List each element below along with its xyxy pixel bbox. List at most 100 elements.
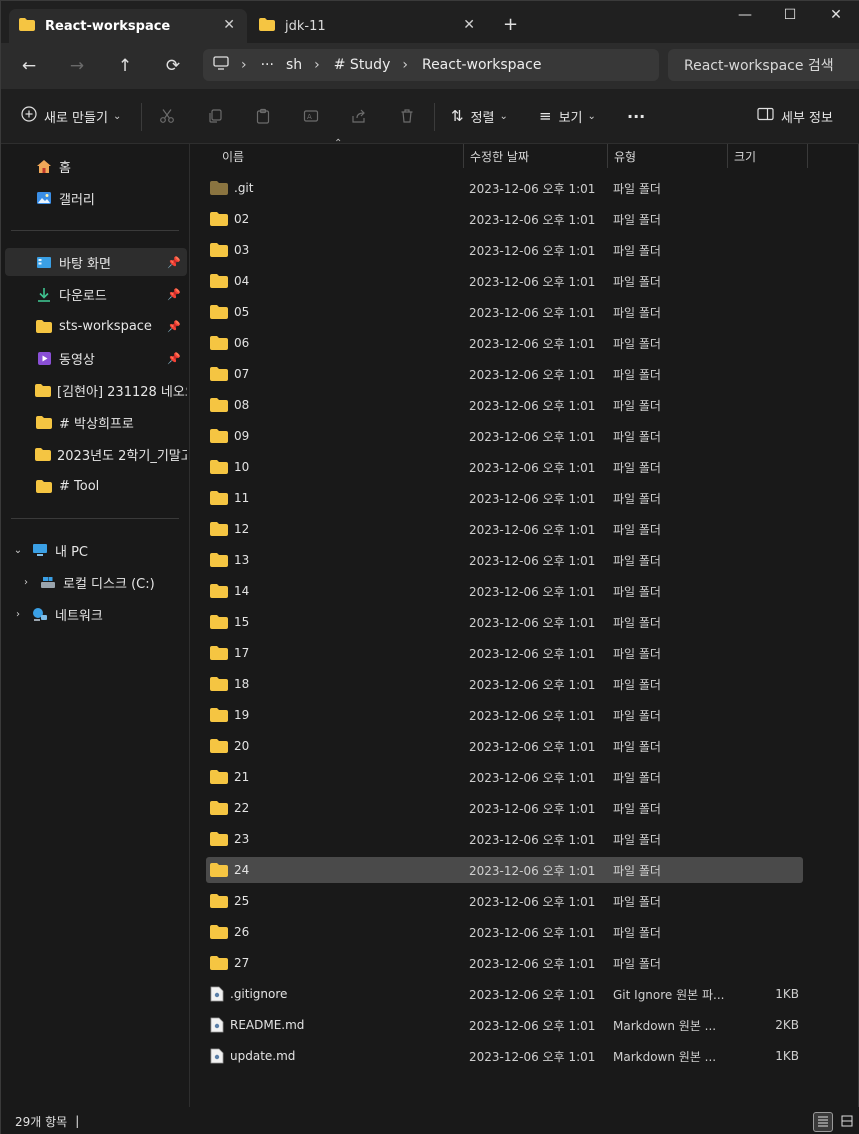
file-type: 파일 폴더 xyxy=(613,708,661,723)
file-name: 04 xyxy=(234,274,250,288)
large-icons-view-button[interactable] xyxy=(837,1112,857,1132)
column-header-type[interactable]: 유형 xyxy=(608,144,728,168)
back-button[interactable]: ← xyxy=(15,53,43,79)
sidebar-item-folder[interactable]: # Tool xyxy=(5,472,187,500)
tab-jdk-11[interactable]: jdk-11 ✕ xyxy=(249,9,487,43)
table-row[interactable]: 03 2023-12-06 오후 1:01 파일 폴더 xyxy=(206,237,803,263)
table-row[interactable]: .gitignore 2023-12-06 오후 1:01 Git Ignore 원… xyxy=(206,981,803,1007)
sidebar-item-desktop[interactable]: 바탕 화면 📌 xyxy=(5,248,187,276)
file-type: 파일 폴더 xyxy=(613,584,661,599)
table-row[interactable]: 21 2023-12-06 오후 1:01 파일 폴더 xyxy=(206,764,803,790)
file-date: 2023-12-06 오후 1:01 xyxy=(469,801,596,816)
sidebar-item-network[interactable]: › 네트워크 xyxy=(5,600,187,628)
search-input[interactable]: React-workspace 검색 xyxy=(668,49,859,81)
refresh-button[interactable]: ⟳ xyxy=(159,53,187,79)
table-row[interactable]: 02 2023-12-06 오후 1:01 파일 폴더 xyxy=(206,206,803,232)
table-row[interactable]: 08 2023-12-06 오후 1:01 파일 폴더 xyxy=(206,392,803,418)
close-window-button[interactable]: ✕ xyxy=(826,7,846,23)
sidebar-item-folder[interactable]: 2023년도 2학기_기말고사 xyxy=(5,440,187,468)
sidebar-item-sts-workspace[interactable]: sts-workspace 📌 xyxy=(5,312,187,340)
table-row[interactable]: 09 2023-12-06 오후 1:01 파일 폴더 xyxy=(206,423,803,449)
sidebar-item-videos[interactable]: 동영상 📌 xyxy=(5,344,187,372)
delete-icon[interactable] xyxy=(399,105,415,127)
item-count: 29개 항목 xyxy=(15,1114,68,1129)
table-row[interactable]: 27 2023-12-06 오후 1:01 파일 폴더 xyxy=(206,950,803,976)
share-icon[interactable] xyxy=(351,105,367,127)
sidebar-item-local-disk[interactable]: › 로컬 디스크 (C:) xyxy=(5,568,187,596)
table-row[interactable]: 04 2023-12-06 오후 1:01 파일 폴더 xyxy=(206,268,803,294)
file-date: 2023-12-06 오후 1:01 xyxy=(469,522,596,537)
pin-icon[interactable]: 📌 xyxy=(167,320,181,333)
table-row[interactable]: 13 2023-12-06 오후 1:01 파일 폴더 xyxy=(206,547,803,573)
breadcrumb-item[interactable]: React-workspace xyxy=(422,57,541,73)
chevron-down-icon[interactable]: ⌄ xyxy=(11,545,25,556)
column-header-name[interactable]: 이름 xyxy=(216,144,464,168)
table-row[interactable]: README.md 2023-12-06 오후 1:01 Markdown 원본 .… xyxy=(206,1012,803,1038)
pin-icon[interactable]: 📌 xyxy=(167,352,181,365)
table-row[interactable]: 11 2023-12-06 오후 1:01 파일 폴더 xyxy=(206,485,803,511)
cut-icon[interactable] xyxy=(159,105,175,127)
monitor-icon[interactable] xyxy=(213,56,229,74)
pin-icon[interactable]: 📌 xyxy=(167,288,181,301)
breadcrumb-more[interactable]: ··· xyxy=(261,57,274,73)
table-row[interactable]: 12 2023-12-06 오후 1:01 파일 폴더 xyxy=(206,516,803,542)
table-row[interactable]: 18 2023-12-06 오후 1:01 파일 폴더 xyxy=(206,671,803,697)
paste-icon[interactable] xyxy=(255,105,271,127)
table-row[interactable]: 19 2023-12-06 오후 1:01 파일 폴더 xyxy=(206,702,803,728)
table-row[interactable]: 15 2023-12-06 오후 1:01 파일 폴더 xyxy=(206,609,803,635)
table-row[interactable]: 10 2023-12-06 오후 1:01 파일 폴더 xyxy=(206,454,803,480)
forward-button[interactable]: → xyxy=(63,53,91,79)
view-button[interactable]: ≡ 보기 ⌄ xyxy=(539,105,596,127)
chevron-right-icon[interactable]: › xyxy=(11,609,25,620)
table-row[interactable]: 05 2023-12-06 오후 1:01 파일 폴더 xyxy=(206,299,803,325)
chevron-right-icon[interactable]: › xyxy=(19,577,33,588)
sidebar-item-label: 로컬 디스크 (C:) xyxy=(63,576,155,592)
details-pane-button[interactable]: 세부 정보 xyxy=(757,105,833,127)
address-bar[interactable]: › ··· sh › # Study › React-workspace xyxy=(203,49,659,81)
table-row[interactable]: 26 2023-12-06 오후 1:01 파일 폴더 xyxy=(206,919,803,945)
sidebar-item-gallery[interactable]: 갤러리 xyxy=(5,184,187,212)
sidebar-item-home[interactable]: 홈 xyxy=(5,152,187,180)
table-row[interactable]: 22 2023-12-06 오후 1:01 파일 폴더 xyxy=(206,795,803,821)
more-options-button[interactable]: ··· xyxy=(627,105,645,127)
sort-button[interactable]: ⇅ 정렬 ⌄ xyxy=(451,105,508,127)
table-row[interactable]: 23 2023-12-06 오후 1:01 파일 폴더 xyxy=(206,826,803,852)
new-tab-button[interactable]: + xyxy=(503,14,518,35)
sidebar-item-this-pc[interactable]: ⌄ 내 PC xyxy=(5,536,187,564)
column-header-date[interactable]: 수정한 날짜 xyxy=(464,144,608,168)
column-header-size[interactable]: 크기 xyxy=(728,144,808,168)
close-icon[interactable]: ✕ xyxy=(463,17,475,33)
folder-icon xyxy=(210,956,228,970)
file-type: 파일 폴더 xyxy=(613,491,661,506)
file-name: 27 xyxy=(234,956,250,970)
copy-icon[interactable] xyxy=(207,105,223,127)
table-row[interactable]: 07 2023-12-06 오후 1:01 파일 폴더 xyxy=(206,361,803,387)
sidebar-item-label: 2023년도 2학기_기말고사 xyxy=(57,448,187,464)
table-row[interactable]: 24 2023-12-06 오후 1:01 파일 폴더 xyxy=(206,857,803,883)
table-row[interactable]: 06 2023-12-06 오후 1:01 파일 폴더 xyxy=(206,330,803,356)
pin-icon[interactable]: 📌 xyxy=(167,256,181,269)
new-button[interactable]: 새로 만들기 ⌄ xyxy=(21,105,121,127)
tab-react-workspace[interactable]: React-workspace ✕ xyxy=(9,9,247,43)
file-name: 02 xyxy=(234,212,250,226)
breadcrumb-item[interactable]: # Study xyxy=(334,57,391,73)
rename-icon[interactable]: A xyxy=(303,105,319,127)
table-row[interactable]: 14 2023-12-06 오후 1:01 파일 폴더 xyxy=(206,578,803,604)
folder-icon xyxy=(210,367,228,381)
sidebar-item-folder[interactable]: [김현아] 231128 네오오 xyxy=(5,376,187,404)
file-type: 파일 폴더 xyxy=(613,429,661,444)
sidebar-item-folder[interactable]: # 박상희프로 xyxy=(5,408,187,436)
table-row[interactable]: 25 2023-12-06 오후 1:01 파일 폴더 xyxy=(206,888,803,914)
table-row[interactable]: update.md 2023-12-06 오후 1:01 Markdown 원본 .… xyxy=(206,1043,803,1069)
table-row[interactable]: 17 2023-12-06 오후 1:01 파일 폴더 xyxy=(206,640,803,666)
table-row[interactable]: .git 2023-12-06 오후 1:01 파일 폴더 xyxy=(206,175,803,201)
breadcrumb-item[interactable]: sh xyxy=(286,57,302,73)
sidebar-item-downloads[interactable]: 다운로드 📌 xyxy=(5,280,187,308)
maximize-button[interactable]: ☐ xyxy=(780,7,800,23)
up-button[interactable]: ↑ xyxy=(111,53,139,79)
details-view-button[interactable] xyxy=(813,1112,833,1132)
minimize-button[interactable]: — xyxy=(735,7,755,23)
close-icon[interactable]: ✕ xyxy=(223,17,235,33)
table-row[interactable]: 20 2023-12-06 오후 1:01 파일 폴더 xyxy=(206,733,803,759)
file-name: 13 xyxy=(234,553,250,567)
